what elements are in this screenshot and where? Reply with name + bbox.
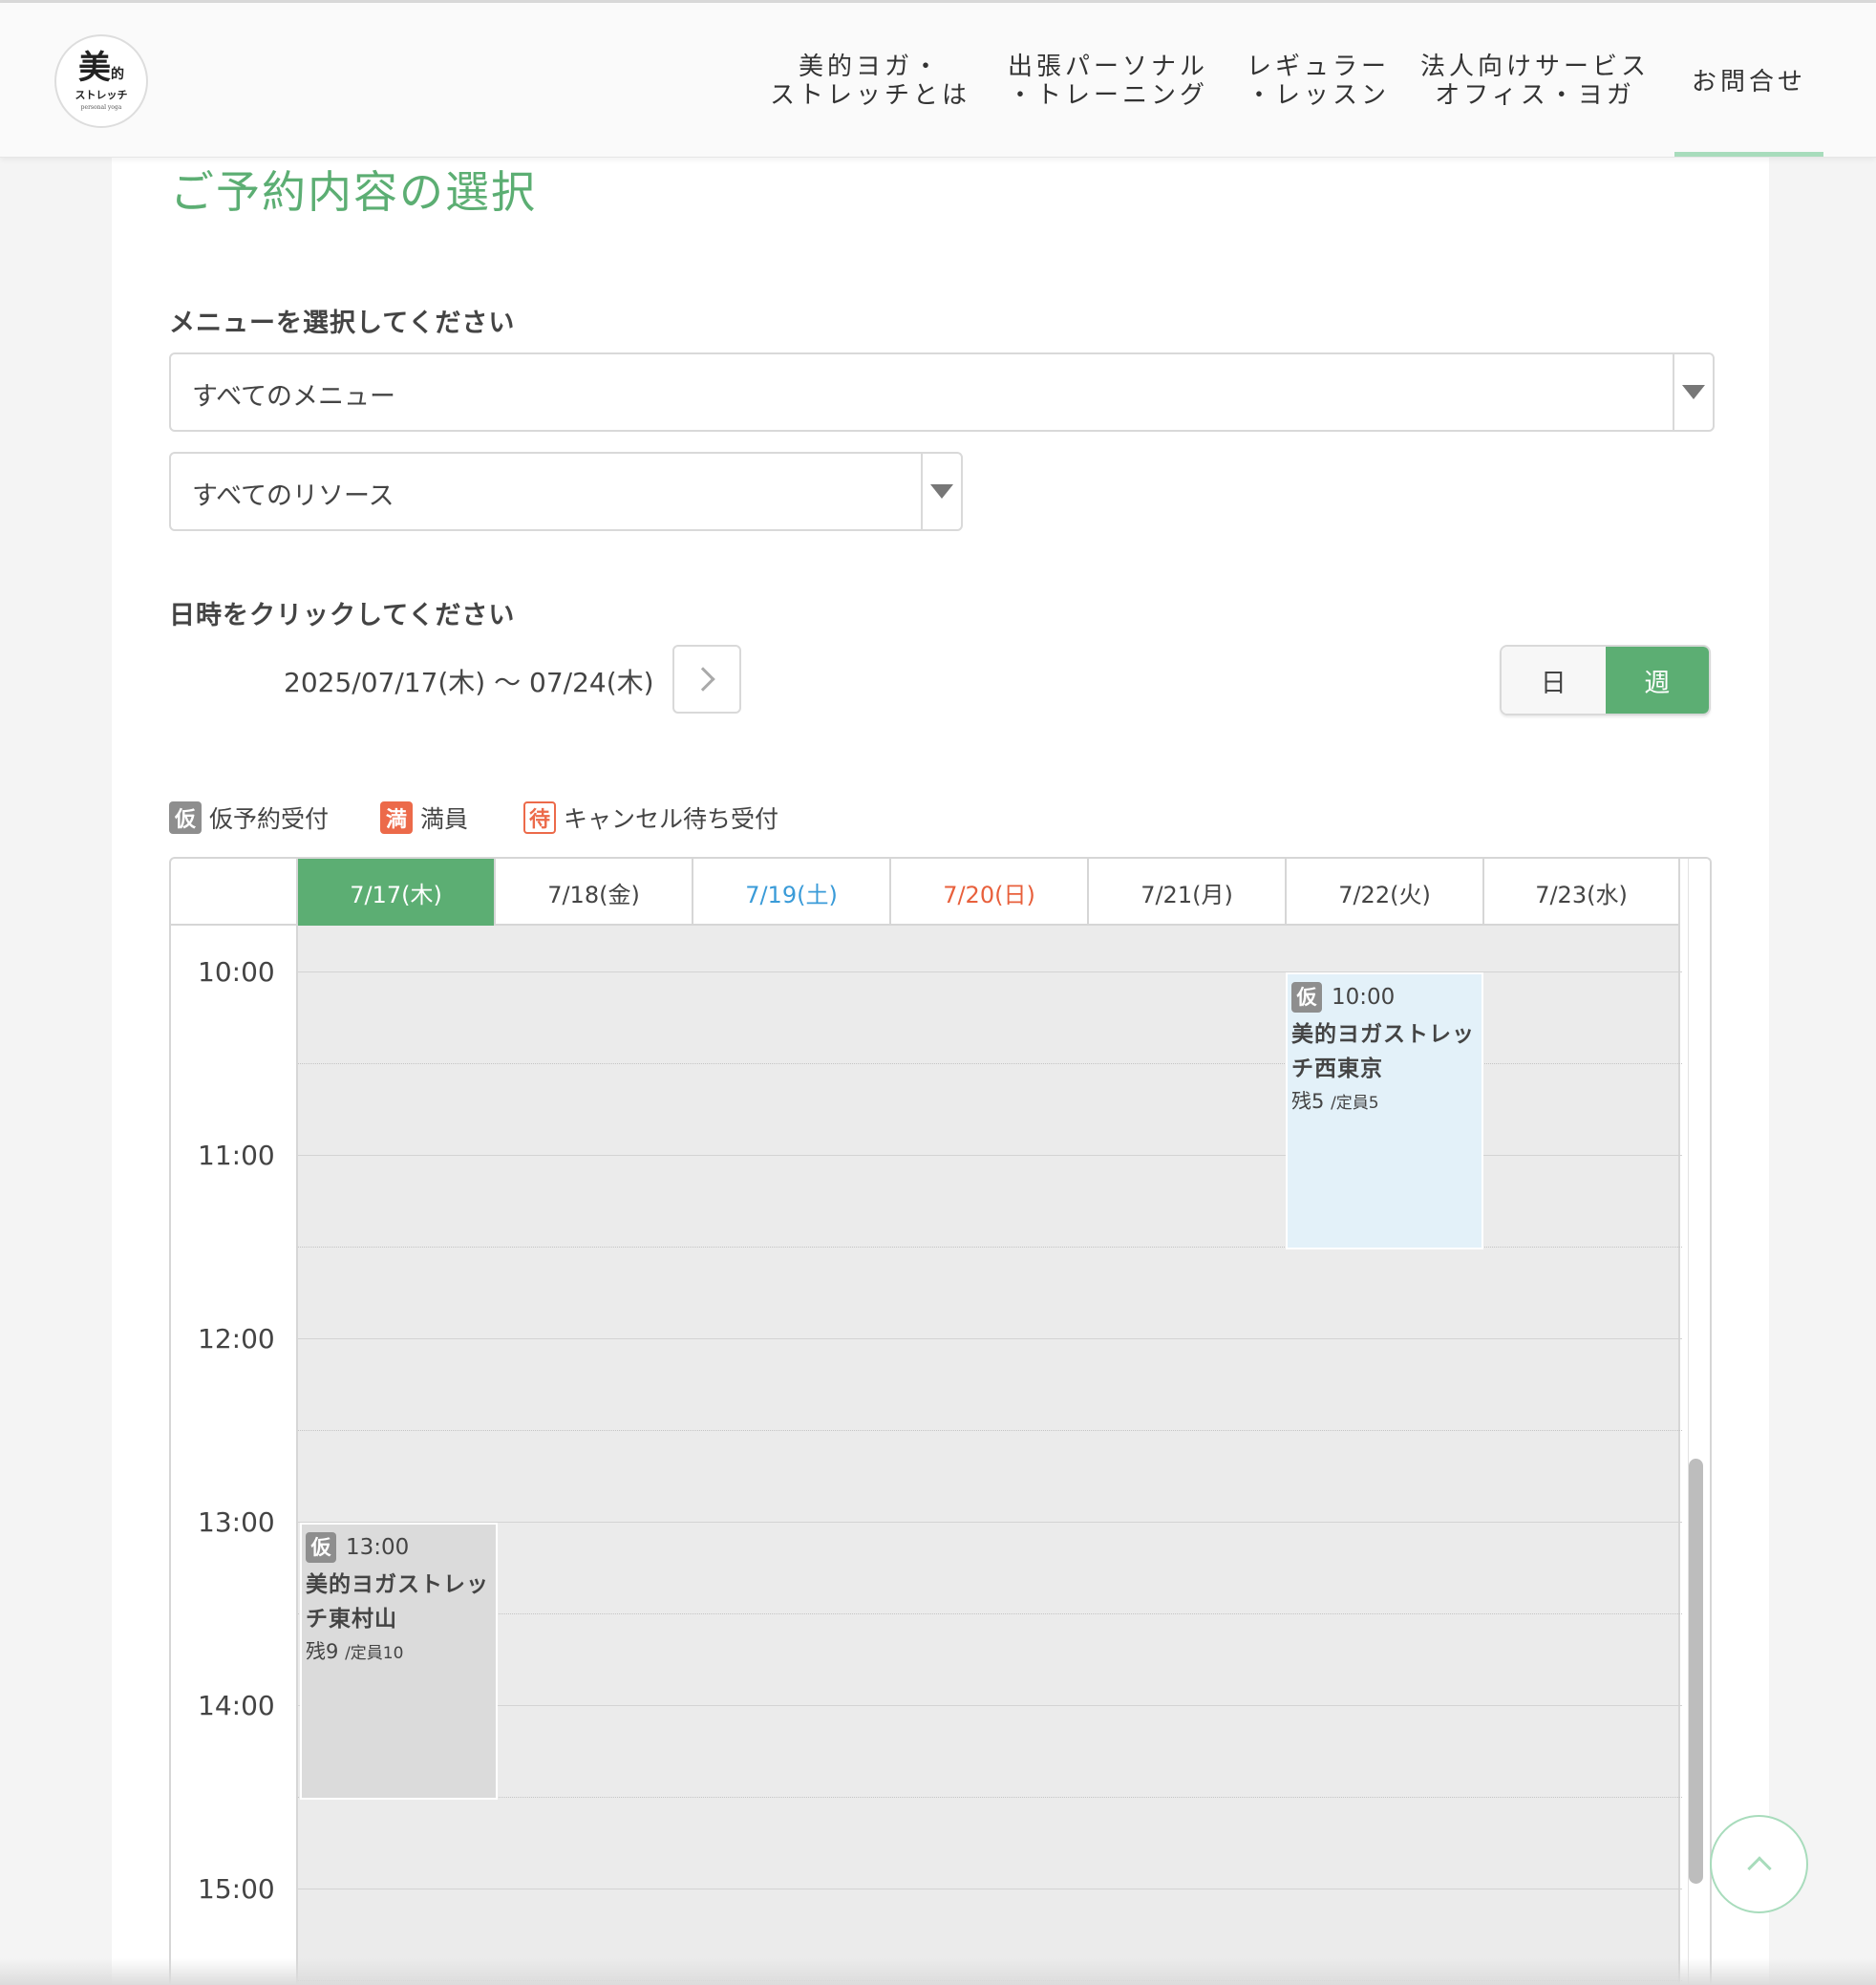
event-time: 13:00 — [346, 1535, 410, 1560]
provisional-badge: 仮 — [1291, 982, 1322, 1014]
day-header[interactable]: 7/20(日) — [889, 859, 1087, 926]
nav-item-about[interactable]: 美的ヨガ・ ストレッチとは — [770, 53, 970, 110]
calendar-scrollbar-thumb[interactable] — [1689, 1459, 1703, 1884]
resource-select-value: すべてのリソース — [192, 481, 394, 511]
legend-label: 仮予約受付 — [209, 805, 330, 833]
triangle-down-icon — [930, 484, 953, 499]
hour-line — [298, 1522, 1682, 1523]
hour-label: 15:00 — [198, 1873, 275, 1905]
provisional-badge: 仮 — [306, 1532, 336, 1564]
menu-select-arrow — [1673, 354, 1713, 430]
nav-active-indicator — [1674, 152, 1823, 157]
chevron-up-icon — [1746, 1855, 1772, 1881]
menu-section-label: メニューを選択してください — [169, 309, 516, 338]
calendar-header: 7/17(木) 7/18(金) 7/19(土) 7/20(日) 7/21(月) … — [171, 859, 1680, 926]
event-time: 10:00 — [1332, 985, 1396, 1010]
week-view-button[interactable]: 週 — [1605, 647, 1709, 714]
site-header: 美的 ストレッチ personal yoga 美的ヨガ・ ストレッチとは 出張パ… — [0, 3, 1876, 158]
chevron-right-icon — [691, 667, 715, 692]
nav-item-regular-lesson[interactable]: レギュラー ・レッスン — [1247, 53, 1390, 110]
nav-item-contact[interactable]: お問合せ — [1692, 68, 1806, 96]
full-badge: 満 — [380, 801, 413, 834]
resource-select-arrow — [921, 454, 961, 529]
half-hour-line — [298, 1797, 1682, 1798]
resource-select[interactable]: すべてのリソース — [169, 452, 963, 531]
event-higashimurayama[interactable]: 仮 13:00 美的ヨガストレッチ東村山 残9 /定員10 — [300, 1523, 498, 1800]
nav-item-personal-training[interactable]: 出張パーソナル ・トレーニング — [1008, 53, 1208, 110]
event-name: 美的ヨガストレッチ東村山 — [306, 1571, 489, 1632]
legend-label: キャンセル待ち受付 — [564, 805, 779, 833]
event-capacity: 残9 /定員10 — [306, 1639, 404, 1663]
legend-waitlist: 待 キャンセル待ち受付 — [523, 800, 778, 835]
menu-select-value: すべてのメニュー — [192, 382, 396, 412]
event-time-row: 仮 13:00 — [306, 1530, 492, 1566]
menu-select[interactable]: すべてのメニュー — [169, 352, 1715, 432]
half-hour-line — [298, 1613, 1682, 1614]
waitlist-badge: 待 — [523, 801, 556, 834]
hour-line — [298, 1705, 1682, 1706]
event-name: 美的ヨガストレッチ西東京 — [1291, 1021, 1475, 1081]
day-header[interactable]: 7/18(金) — [494, 859, 692, 926]
main-nav: 美的ヨガ・ ストレッチとは 出張パーソナル ・トレーニング レギュラー ・レッス… — [0, 3, 1876, 158]
page-title: ご予約内容の選択 — [170, 166, 537, 218]
day-header[interactable]: 7/17(木) — [296, 859, 494, 926]
time-grid[interactable]: 仮 10:00 美的ヨガストレッチ西東京 残5 /定員5 仮 13:00 美的ヨ… — [296, 926, 1682, 1985]
legend-label: 満員 — [420, 805, 469, 833]
datetime-section-label: 日時をクリックしてください — [169, 601, 516, 630]
nav-item-office-yoga[interactable]: 法人向けサービス オフィス・ヨガ — [1420, 53, 1650, 110]
day-view-button[interactable]: 日 — [1502, 647, 1606, 714]
half-hour-line — [298, 1430, 1682, 1431]
hour-line — [298, 1338, 1682, 1339]
hour-label: 14:00 — [198, 1690, 275, 1721]
hour-label: 12:00 — [198, 1323, 275, 1355]
hour-label: 10:00 — [198, 956, 275, 988]
day-header[interactable]: 7/19(土) — [692, 859, 889, 926]
hour-label: 11:00 — [198, 1140, 275, 1171]
legend-provisional: 仮 仮予約受付 — [169, 800, 329, 835]
next-week-button[interactable] — [672, 645, 741, 714]
hour-label: 13:00 — [198, 1506, 275, 1538]
event-nishitokyo[interactable]: 仮 10:00 美的ヨガストレッチ西東京 残5 /定員5 — [1286, 972, 1483, 1249]
week-calendar: 7/17(木) 7/18(金) 7/19(土) 7/20(日) 7/21(月) … — [169, 857, 1712, 1985]
event-time-row: 仮 10:00 — [1291, 980, 1478, 1015]
provisional-badge: 仮 — [169, 801, 202, 834]
view-toggle: 日 週 — [1500, 645, 1711, 715]
bottom-fade — [0, 1958, 1876, 1985]
triangle-down-icon — [1682, 385, 1705, 399]
day-header[interactable]: 7/21(月) — [1087, 859, 1285, 926]
day-header[interactable]: 7/22(火) — [1285, 859, 1482, 926]
date-range: 2025/07/17(木) 〜 07/24(木) — [284, 667, 654, 698]
legend-full: 満 満員 — [380, 800, 468, 835]
day-header[interactable]: 7/23(水) — [1482, 859, 1680, 926]
event-capacity: 残5 /定員5 — [1291, 1089, 1379, 1113]
back-to-top-button[interactable] — [1710, 1815, 1808, 1913]
